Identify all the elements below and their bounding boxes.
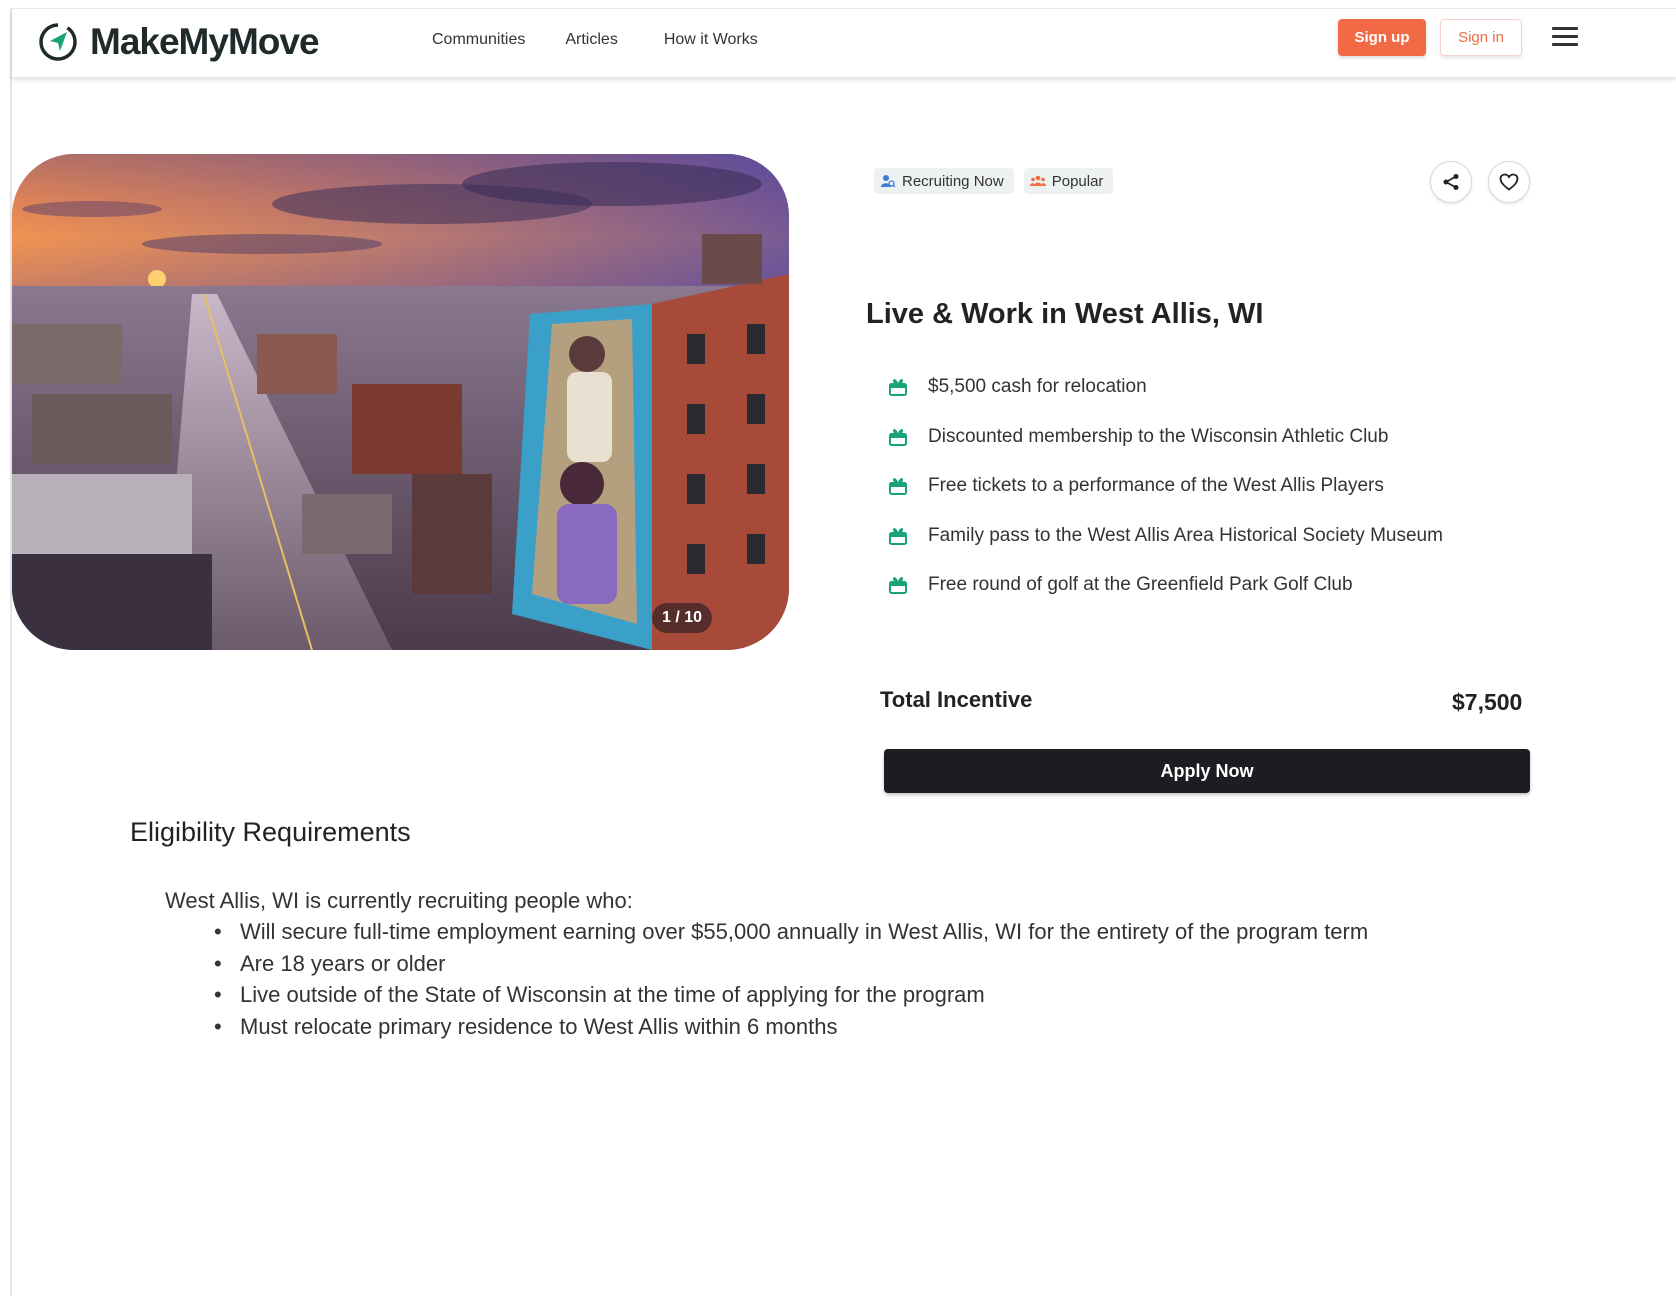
- hamburger-menu-icon[interactable]: [1552, 27, 1578, 49]
- list-item: Live outside of the State of Wisconsin a…: [200, 979, 1368, 1011]
- heart-icon: [1499, 173, 1519, 191]
- gallery-counter: 1 / 10: [652, 603, 712, 633]
- list-item: Discounted membership to the Wisconsin A…: [888, 424, 1443, 450]
- city-aerial-photo: [12, 154, 789, 650]
- favorite-button[interactable]: [1488, 161, 1530, 203]
- people-group-icon: [1029, 175, 1046, 186]
- sign-in-button[interactable]: Sign in: [1440, 19, 1522, 56]
- list-item: Free tickets to a performance of the Wes…: [888, 473, 1443, 499]
- status-badge-popular: Popular: [1023, 168, 1114, 194]
- incentive-text: Family pass to the West Allis Area Histo…: [928, 524, 1443, 546]
- brand-name: MakeMyMove: [90, 21, 320, 62]
- list-item: Are 18 years or older: [200, 948, 1368, 980]
- listing-title: Live & Work in West Allis, WI: [866, 298, 1264, 330]
- incentive-text: Discounted membership to the Wisconsin A…: [928, 425, 1389, 447]
- apply-now-button[interactable]: Apply Now: [884, 749, 1530, 793]
- incentive-text: Free round of golf at the Greenfield Par…: [928, 574, 1353, 595]
- total-incentive-label: Total Incentive: [880, 687, 1033, 712]
- badge-label: Popular: [1051, 172, 1104, 190]
- gift-icon: [889, 428, 907, 446]
- gift-icon: [889, 577, 907, 594]
- eligibility-text: Must relocate primary residence to West …: [240, 1013, 838, 1039]
- share-button[interactable]: [1430, 161, 1472, 203]
- incentive-list: $5,500 cash for relocation Discounted me…: [888, 374, 1443, 622]
- incentive-text: $5,500 cash for relocation: [928, 376, 1147, 397]
- incentive-text: Free tickets to a performance of the Wes…: [928, 475, 1384, 496]
- gallery-image[interactable]: 1 / 10: [12, 154, 789, 650]
- main-nav: Communities Articles How it Works: [432, 31, 798, 49]
- eligibility-list: Will secure full-time employment earning…: [200, 916, 1368, 1042]
- logo[interactable]: MakeMyMove: [38, 21, 320, 63]
- eligibility-intro: West Allis, WI is currently recruiting p…: [165, 888, 633, 913]
- list-item: $5,500 cash for relocation: [888, 374, 1443, 400]
- share-icon: [1443, 174, 1459, 190]
- badge-group: Recruiting Now Popular: [874, 168, 1114, 194]
- nav-communities[interactable]: Communities: [432, 31, 525, 49]
- list-item: Must relocate primary residence to West …: [200, 1011, 1368, 1043]
- logo-compass-icon: [39, 23, 77, 61]
- eligibility-text: Will secure full-time employment earning…: [240, 919, 1369, 944]
- gift-icon: [889, 527, 907, 545]
- list-item: Free round of golf at the Greenfield Par…: [888, 572, 1443, 598]
- page-left-border: [10, 8, 12, 1296]
- list-item: Family pass to the West Allis Area Histo…: [888, 523, 1443, 549]
- recruiting-icon: [881, 175, 896, 188]
- site-header: MakeMyMove Communities Articles How it W…: [12, 9, 1676, 77]
- nav-how-it-works[interactable]: How it Works: [664, 31, 758, 49]
- badge-label: Recruiting Now: [902, 172, 1004, 190]
- eligibility-text: Live outside of the State of Wisconsin a…: [240, 982, 985, 1007]
- total-incentive-value: $7,500: [1452, 689, 1523, 715]
- nav-articles[interactable]: Articles: [565, 31, 617, 49]
- eligibility-text: Are 18 years or older: [240, 950, 446, 976]
- status-badge-recruiting: Recruiting Now: [874, 168, 1014, 194]
- sign-up-button[interactable]: Sign up: [1338, 19, 1426, 56]
- list-item: Will secure full-time employment earning…: [200, 916, 1368, 948]
- gift-icon: [889, 379, 907, 396]
- gift-icon: [889, 478, 907, 495]
- eligibility-heading: Eligibility Requirements: [130, 817, 411, 847]
